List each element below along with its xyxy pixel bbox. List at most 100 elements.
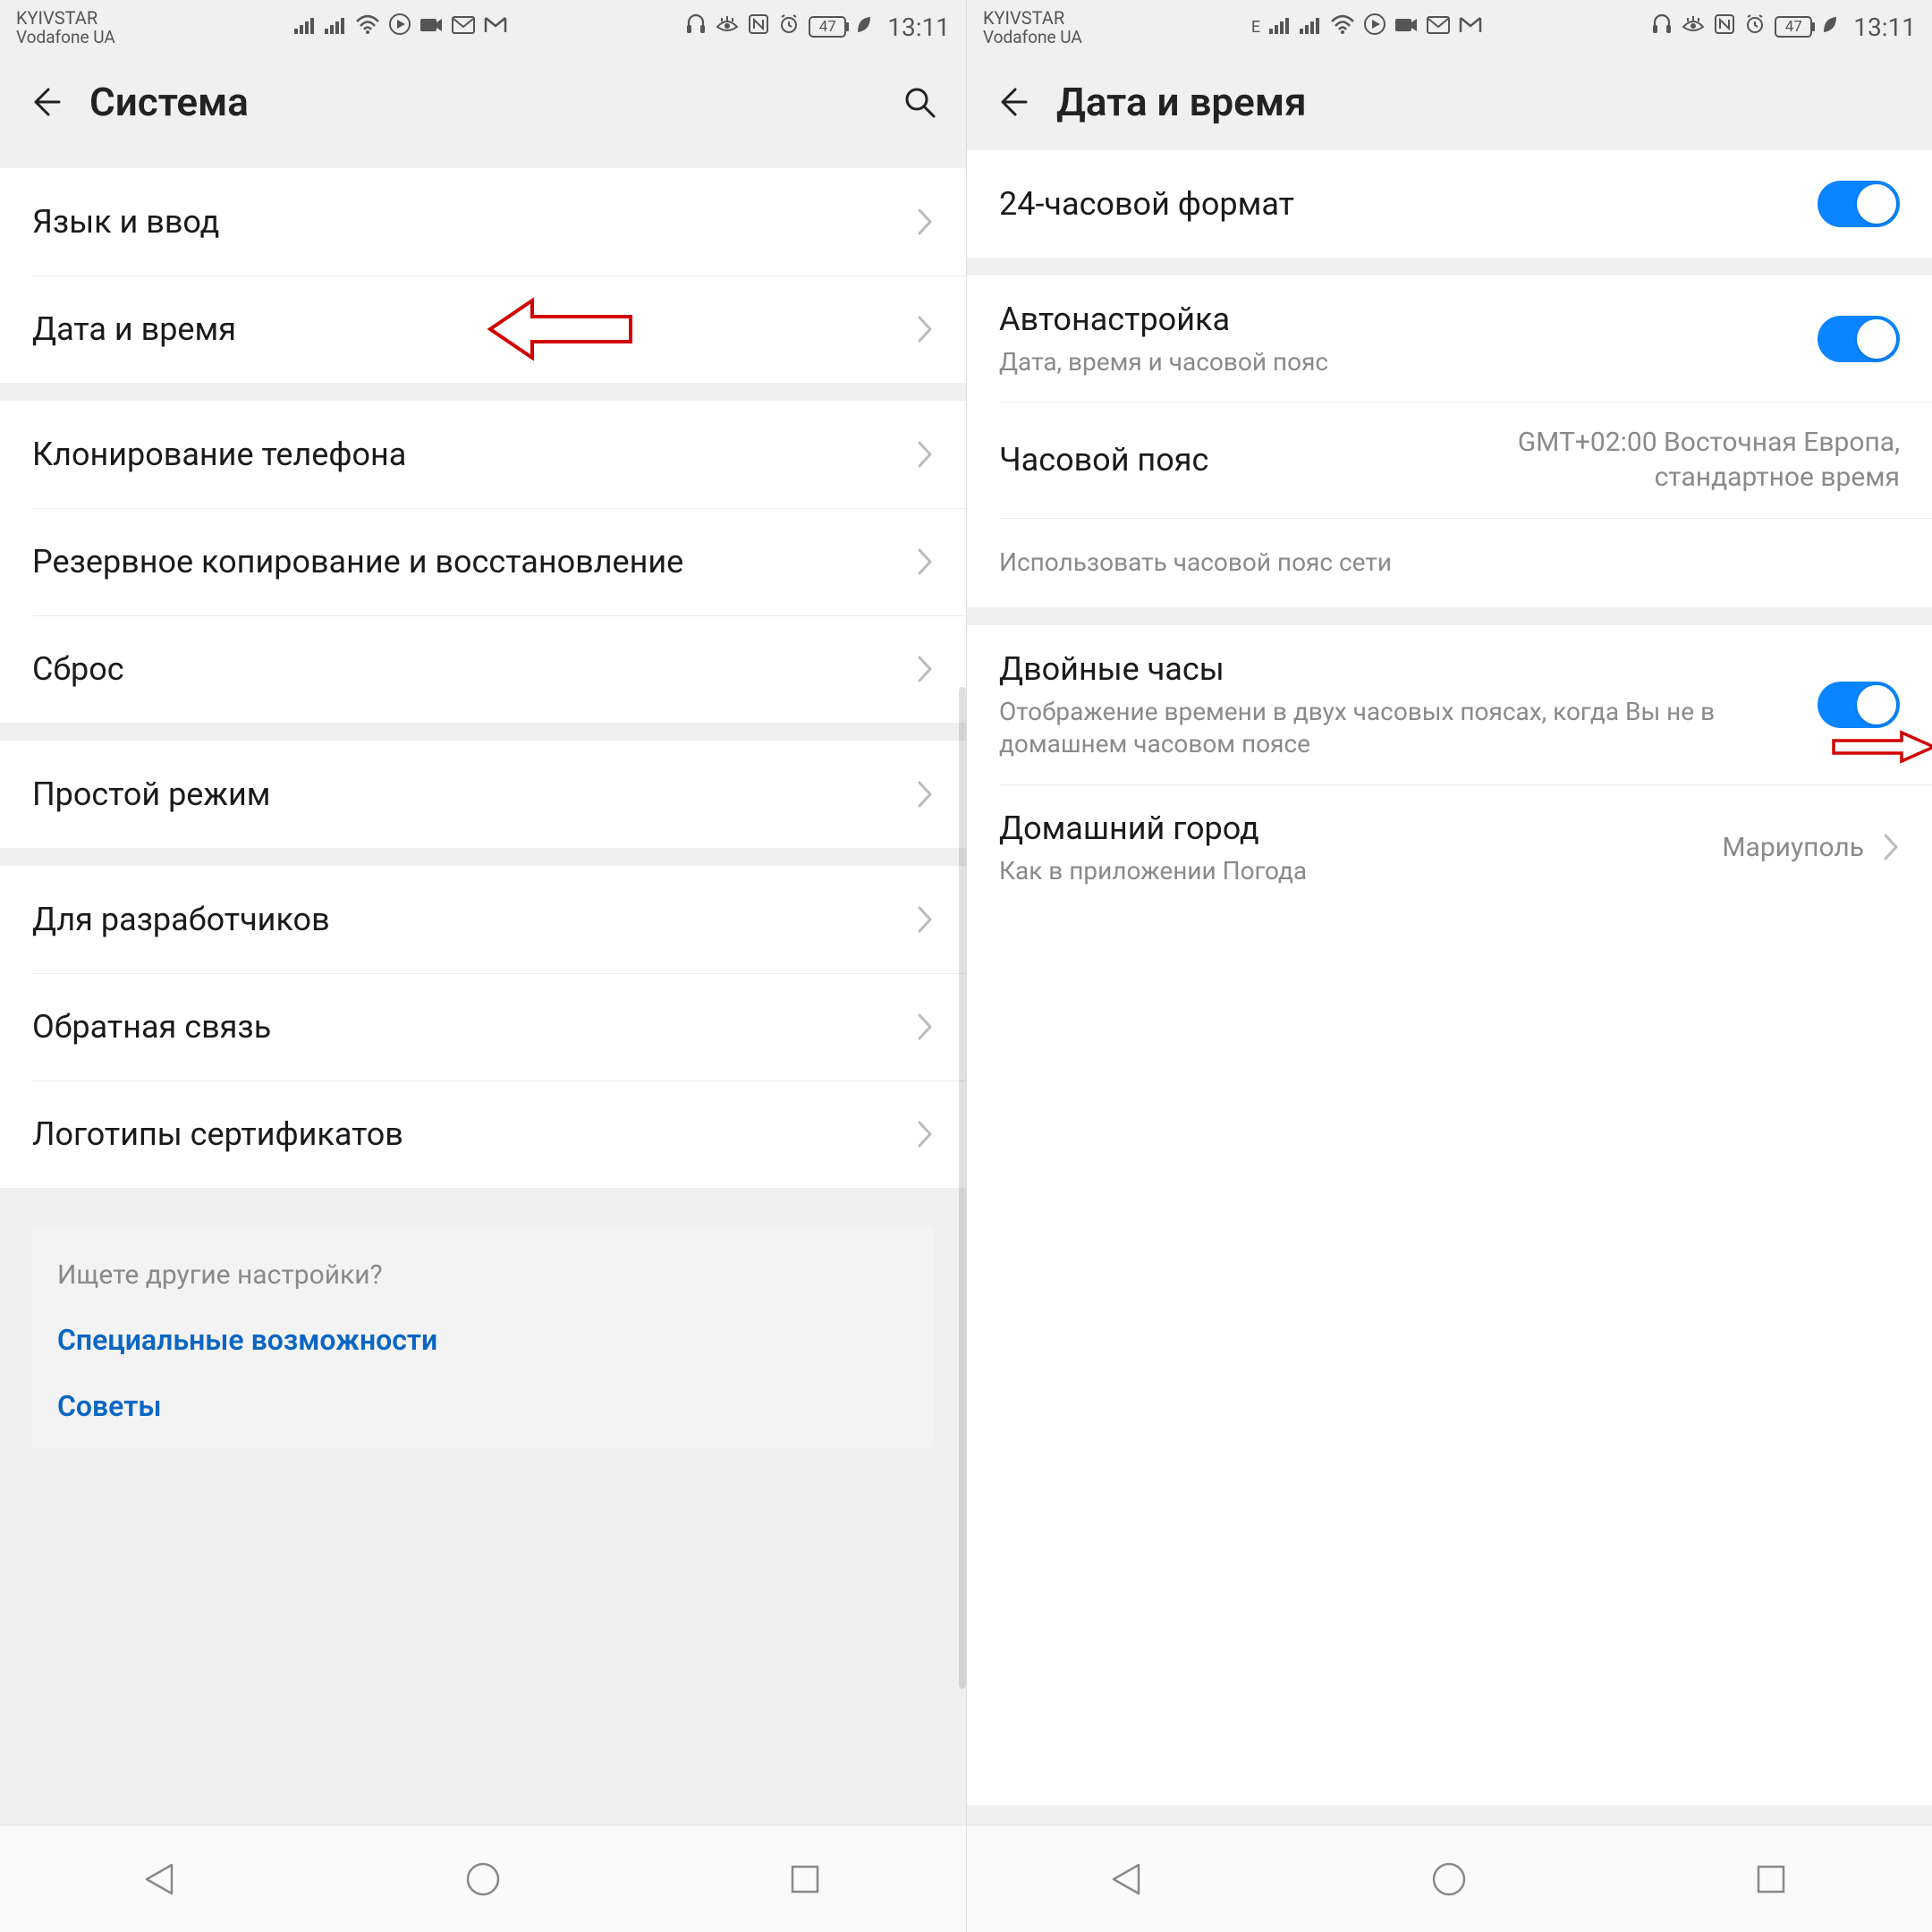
wifi-icon (1330, 13, 1355, 40)
status-icons-right: 47 13:11 (685, 13, 950, 42)
phone-screen-system: KYIVSTAR Vodafone UA (0, 0, 966, 1932)
page-title: Дата и время (1056, 79, 1907, 125)
status-bar: KYIVSTAR Vodafone UA E 47 13:11 (967, 0, 1932, 54)
content-area: Язык и ввод Дата и время Клонирование те… (0, 150, 966, 1825)
row-auto-setup[interactable]: Автонастройка Дата, время и часовой пояс (967, 275, 1932, 402)
row-simple-mode[interactable]: Простой режим (0, 741, 966, 848)
battery-icon: 47 (809, 16, 846, 38)
toggle-switch[interactable] (1818, 181, 1900, 227)
link-tips[interactable]: Советы (57, 1389, 909, 1423)
row-label: Для разработчиков (32, 899, 898, 941)
battery-level: 47 (1785, 18, 1802, 36)
row-label: Автонастройка (999, 299, 1800, 341)
carrier-2: Vodafone UA (16, 29, 115, 46)
headphones-icon (685, 13, 707, 41)
eye-icon (716, 13, 739, 40)
settings-group: 24-часовой формат (967, 150, 1932, 258)
status-icons-left-mid (294, 13, 507, 41)
leaf-icon (1821, 13, 1839, 40)
toggle-switch[interactable] (1818, 316, 1900, 362)
row-label: Резервное копирование и восстановление (32, 541, 898, 583)
row-label: Часовой пояс (999, 439, 1417, 481)
nfc-icon (748, 13, 769, 41)
nav-recent-button[interactable] (1747, 1855, 1795, 1903)
row-feedback[interactable]: Обратная связь (0, 973, 966, 1080)
back-button[interactable] (25, 82, 64, 122)
row-language-input[interactable]: Язык и ввод (0, 168, 966, 275)
row-cert-logos[interactable]: Логотипы сертификатов (0, 1080, 966, 1188)
row-date-time[interactable]: Дата и время (0, 275, 966, 383)
row-label: Клонирование телефона (32, 434, 898, 476)
nav-recent-button[interactable] (781, 1855, 829, 1903)
row-developer-options[interactable]: Для разработчиков (0, 866, 966, 973)
row-label: Обратная связь (32, 1006, 898, 1048)
row-backup-restore[interactable]: Резервное копирование и восстановление (0, 508, 966, 615)
nav-home-button[interactable] (459, 1855, 507, 1903)
row-reset[interactable]: Сброс (0, 615, 966, 723)
signal-icon (1269, 13, 1291, 40)
headphones-icon (1651, 13, 1673, 41)
status-icons-right: 47 13:11 (1651, 13, 1916, 42)
toggle-switch[interactable] (1818, 682, 1900, 728)
nav-home-button[interactable] (1425, 1855, 1473, 1903)
settings-group: Автонастройка Дата, время и часовой пояс… (967, 275, 1932, 607)
signal2-icon (1300, 13, 1321, 40)
row-24h-format[interactable]: 24-часовой формат (967, 150, 1932, 258)
chevron-right-icon (1882, 832, 1900, 862)
annotation-arrow-right-icon (1830, 727, 1932, 772)
row-label: Дата и время (32, 309, 898, 351)
phone-screen-datetime: KYIVSTAR Vodafone UA E 47 13:11 Дата (966, 0, 1932, 1932)
chevron-right-icon (916, 1119, 934, 1149)
status-time: 13:11 (887, 13, 950, 42)
mail-icon (452, 13, 475, 40)
alarm-icon (778, 13, 800, 41)
gmail-icon (1459, 13, 1482, 40)
status-bar: KYIVSTAR Vodafone UA (0, 0, 966, 54)
row-subtitle: Как в приложении Погода (999, 855, 1704, 887)
back-button[interactable] (992, 82, 1031, 122)
nfc-icon (1714, 13, 1735, 41)
mail-icon (1427, 13, 1450, 40)
chevron-right-icon (916, 439, 934, 470)
nav-bar (0, 1825, 966, 1932)
row-label: Логотипы сертификатов (32, 1114, 898, 1156)
row-label: Двойные часы (999, 648, 1800, 691)
row-subtitle: Дата, время и часовой пояс (999, 346, 1800, 378)
search-button[interactable] (898, 80, 941, 123)
chevron-right-icon (916, 654, 934, 684)
chevron-right-icon (916, 1012, 934, 1042)
chevron-right-icon (916, 904, 934, 935)
settings-group: Язык и ввод Дата и время (0, 168, 966, 383)
row-subtitle: Отображение времени в двух часовых пояса… (999, 696, 1800, 761)
row-subtitle: Использовать часовой пояс сети (999, 547, 1900, 579)
wifi-icon (355, 13, 380, 40)
chevron-right-icon (916, 547, 934, 577)
chevron-right-icon (916, 207, 934, 237)
alarm-icon (1744, 13, 1766, 41)
nav-back-button[interactable] (1104, 1855, 1152, 1903)
row-phone-clone[interactable]: Клонирование телефона (0, 401, 966, 508)
signal-icon (294, 13, 316, 40)
row-label: Язык и ввод (32, 201, 898, 243)
row-value: Мариуполь (1722, 830, 1864, 865)
header: Система (0, 54, 966, 150)
battery-icon: 47 (1775, 16, 1812, 38)
gmail-icon (484, 13, 507, 40)
camera-icon (1394, 13, 1418, 40)
link-accessibility[interactable]: Специальные возможности (57, 1323, 909, 1357)
row-home-city[interactable]: Домашний город Как в приложении Погода М… (967, 784, 1932, 911)
row-label: Сброс (32, 648, 898, 691)
status-time: 13:11 (1853, 13, 1916, 42)
row-label: 24-часовой формат (999, 183, 1800, 225)
settings-group: Двойные часы Отображение времени в двух … (967, 625, 1932, 911)
settings-group: Простой режим (0, 741, 966, 848)
play-icon (389, 13, 411, 41)
row-label: Простой режим (32, 774, 898, 816)
row-label: Домашний город (999, 808, 1704, 850)
header: Дата и время (967, 54, 1932, 150)
carrier-1: KYIVSTAR (983, 9, 1082, 27)
nav-back-button[interactable] (137, 1855, 185, 1903)
eye-icon (1682, 13, 1705, 40)
row-dual-clock[interactable]: Двойные часы Отображение времени в двух … (967, 625, 1932, 784)
camera-icon (419, 13, 443, 40)
